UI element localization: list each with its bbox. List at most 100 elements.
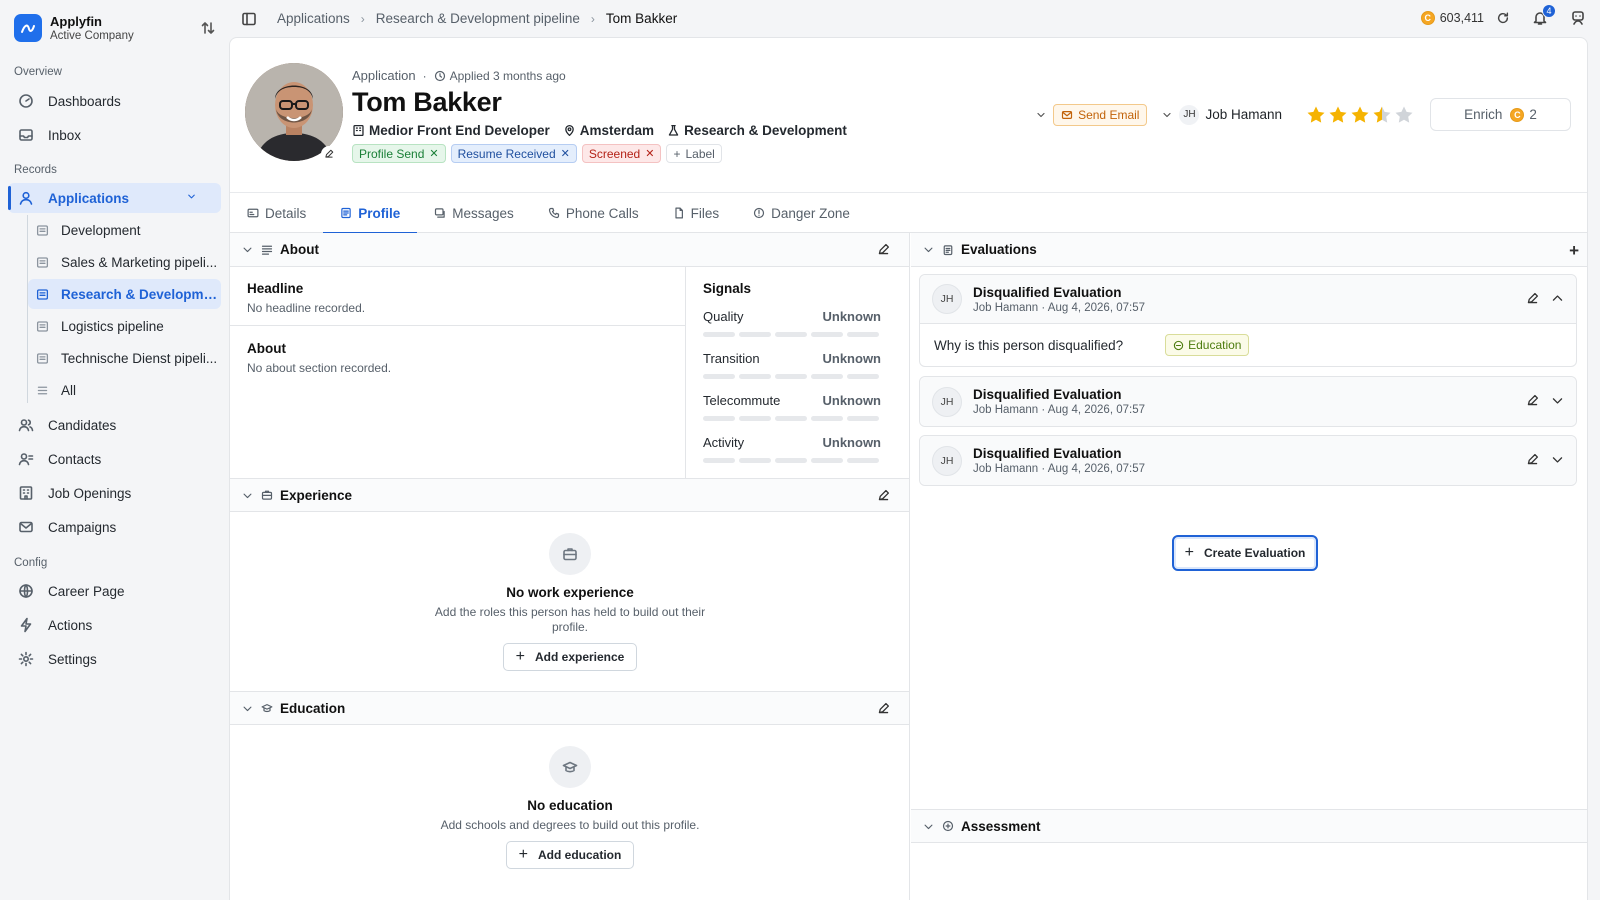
sidebar-item-inbox[interactable]: Inbox bbox=[8, 120, 221, 150]
chevron-down-icon[interactable] bbox=[186, 191, 197, 202]
headline-field: Headline No headline recorded. bbox=[247, 281, 366, 315]
edit-icon[interactable] bbox=[877, 243, 890, 256]
answer-chip: Education bbox=[1165, 334, 1250, 356]
create-evaluation-button[interactable]: + Create Evaluation bbox=[1172, 535, 1318, 571]
star-icon[interactable] bbox=[1350, 105, 1370, 125]
signal-transition: Transition Unknown bbox=[703, 351, 881, 379]
evaluations-section-header[interactable]: Evaluations + bbox=[911, 233, 1587, 267]
graduation-cap-icon bbox=[549, 746, 591, 788]
tab-profile[interactable]: Profile bbox=[323, 193, 418, 234]
chevron-down-icon[interactable] bbox=[1551, 453, 1564, 466]
breadcrumb-current: Tom Bakker bbox=[605, 11, 678, 26]
sidebar-item-contacts[interactable]: Contacts bbox=[8, 444, 221, 474]
chevron-up-icon[interactable] bbox=[1551, 292, 1564, 305]
sidebar-item-dashboards[interactable]: Dashboards bbox=[8, 86, 221, 116]
tab-details[interactable]: Details bbox=[230, 193, 323, 233]
pipeline-icon bbox=[36, 320, 49, 332]
edit-icon[interactable] bbox=[1526, 292, 1539, 305]
sidebar-item-campaigns[interactable]: Campaigns bbox=[8, 512, 221, 542]
active-company: Active Company bbox=[50, 30, 134, 42]
breadcrumb-applications[interactable]: Applications bbox=[277, 11, 350, 26]
chevron-down-icon[interactable] bbox=[1551, 394, 1564, 407]
job-title[interactable]: Medior Front End Developer bbox=[352, 123, 550, 138]
sidebar-sub-development[interactable]: Development bbox=[28, 215, 221, 245]
signals-title: Signals bbox=[703, 281, 752, 296]
education-section-header[interactable]: Education bbox=[230, 691, 909, 725]
evaluation-card-header[interactable]: JH Disqualified Evaluation Job Hamann · … bbox=[920, 275, 1576, 324]
about-section-header[interactable]: About bbox=[230, 233, 909, 267]
education-empty-state: No education Add schools and degrees to … bbox=[230, 746, 910, 869]
edit-icon[interactable] bbox=[877, 489, 890, 502]
edit-avatar-icon[interactable] bbox=[321, 146, 337, 162]
add-education-button[interactable]: + Add education bbox=[505, 841, 635, 869]
sidebar-item-career-page[interactable]: Career Page bbox=[8, 576, 221, 606]
chevron-down-icon[interactable] bbox=[1035, 109, 1047, 121]
star-icon[interactable] bbox=[1328, 105, 1348, 125]
chevron-down-icon[interactable] bbox=[923, 821, 934, 832]
globe-icon bbox=[19, 584, 33, 598]
plus-icon: + bbox=[515, 648, 525, 665]
evaluation-card[interactable]: JH Disqualified Evaluation Job Hamann · … bbox=[919, 435, 1577, 486]
sidebar-item-actions[interactable]: Actions bbox=[8, 610, 221, 640]
messages-icon bbox=[435, 208, 446, 218]
sidebar-toggle-icon[interactable] bbox=[241, 11, 257, 27]
add-evaluation-icon[interactable]: + bbox=[1569, 242, 1579, 259]
signal-meter bbox=[703, 458, 881, 463]
edit-icon[interactable] bbox=[1526, 394, 1539, 407]
switch-company-icon[interactable] bbox=[200, 20, 216, 36]
add-experience-button[interactable]: + Add experience bbox=[502, 643, 638, 671]
brand-name: Applyfin bbox=[50, 14, 102, 29]
breadcrumb-pipeline[interactable]: Research & Development pipeline bbox=[376, 11, 580, 26]
lightning-icon bbox=[20, 617, 32, 633]
notifications-button[interactable]: 4 bbox=[1532, 4, 1556, 26]
chevron-down-icon[interactable] bbox=[242, 703, 253, 714]
tab-danger-zone[interactable]: Danger Zone bbox=[736, 193, 867, 233]
department[interactable]: Research & Development bbox=[667, 123, 847, 138]
edit-icon[interactable] bbox=[877, 702, 890, 715]
breadcrumb: Applications › Research & Development pi… bbox=[277, 11, 677, 26]
tab-messages[interactable]: Messages bbox=[417, 193, 531, 233]
remove-label-icon[interactable]: ✕ bbox=[429, 147, 438, 160]
list-icon bbox=[37, 386, 48, 394]
sidebar-item-job-openings[interactable]: Job Openings bbox=[8, 478, 221, 508]
sidebar-item-applications[interactable]: Applications bbox=[8, 183, 221, 213]
assessment-section-header[interactable]: Assessment bbox=[911, 809, 1587, 843]
signal-meter bbox=[703, 374, 881, 379]
tab-files[interactable]: Files bbox=[656, 193, 737, 233]
enrich-button[interactable]: Enrich C 2 bbox=[1430, 98, 1571, 131]
refresh-icon[interactable] bbox=[1496, 11, 1510, 25]
owner-selector[interactable]: JH Job Hamann bbox=[1161, 104, 1282, 125]
star-icon[interactable] bbox=[1372, 105, 1392, 125]
star-icon[interactable] bbox=[1394, 105, 1414, 125]
sidebar-sub-sales-marketing[interactable]: Sales & Marketing pipeli... bbox=[28, 247, 221, 277]
experience-section-header[interactable]: Experience bbox=[230, 478, 909, 512]
tab-bar: Details Profile Messages Phone Calls Fil… bbox=[230, 192, 1587, 234]
sidebar-sub-technische-dienst[interactable]: Technische Dienst pipeli... bbox=[28, 343, 221, 373]
sidebar-item-settings[interactable]: Settings bbox=[8, 644, 221, 674]
edit-icon[interactable] bbox=[1526, 453, 1539, 466]
user-menu-icon[interactable] bbox=[1570, 10, 1586, 26]
application-header: Application · Applied 3 months ago Tom B… bbox=[352, 68, 860, 163]
avatar: JH bbox=[932, 386, 962, 417]
chevron-down-icon[interactable] bbox=[242, 490, 253, 501]
chevron-down-icon[interactable] bbox=[923, 244, 934, 255]
sidebar-item-candidates[interactable]: Candidates bbox=[8, 410, 221, 440]
star-icon[interactable] bbox=[1306, 105, 1326, 125]
rating-stars[interactable] bbox=[1306, 105, 1416, 125]
avatar: JH bbox=[932, 445, 962, 476]
remove-label-icon[interactable]: ✕ bbox=[561, 147, 570, 160]
chevron-down-icon[interactable] bbox=[242, 244, 253, 255]
owner-avatar: JH bbox=[1179, 104, 1200, 125]
sidebar-sub-all[interactable]: All bbox=[28, 375, 221, 405]
company-switcher[interactable]: Applyfin Active Company bbox=[14, 14, 134, 42]
sidebar-sub-research-development[interactable]: Research & Developme... bbox=[28, 279, 221, 309]
sidebar-sub-logistics[interactable]: Logistics pipeline bbox=[28, 311, 221, 341]
send-email-button[interactable]: Send Email bbox=[1053, 103, 1148, 126]
users-icon bbox=[18, 419, 34, 432]
inbox-icon bbox=[19, 129, 33, 141]
signal-meter bbox=[703, 332, 881, 337]
add-label-button[interactable]: + Label bbox=[666, 144, 722, 163]
evaluation-card[interactable]: JH Disqualified Evaluation Job Hamann · … bbox=[919, 376, 1577, 427]
tab-phone-calls[interactable]: Phone Calls bbox=[531, 193, 656, 233]
remove-label-icon[interactable]: ✕ bbox=[645, 147, 654, 160]
